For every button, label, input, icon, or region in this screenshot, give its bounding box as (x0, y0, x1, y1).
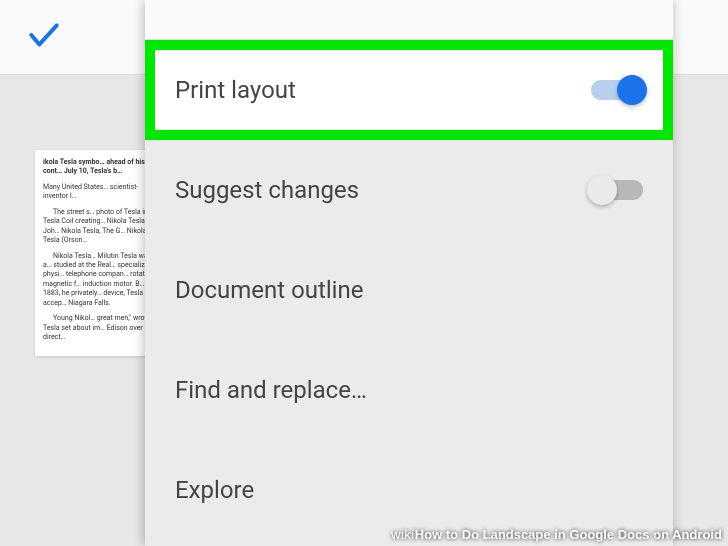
menu-item-find-replace[interactable]: Find and replace… (145, 340, 673, 440)
menu-item-label: Document outline (175, 276, 363, 304)
overflow-menu-panel: Print layout Suggest changes Document ou… (145, 0, 673, 546)
menu-item-label: Find and replace… (175, 376, 367, 404)
doc-paragraph: The street s… photo of Tesla in t… Tesla… (43, 208, 157, 246)
doc-paragraph: ikola Tesla symbo… ahead of his cont… Ju… (43, 158, 157, 177)
menu-item-print-layout[interactable]: Print layout (145, 40, 673, 140)
menu-item-label: Suggest changes (175, 176, 359, 204)
toggle-knob (617, 75, 647, 105)
menu-item-label: Print layout (175, 76, 296, 104)
doc-paragraph: Many United States… scientist-inventor I… (43, 183, 157, 202)
menu-item-label: Explore (175, 476, 254, 504)
panel-header (145, 0, 673, 40)
toggle-knob (587, 175, 617, 205)
doc-paragraph: Nikola Tesla… Milutin Tesla was a… studi… (43, 252, 157, 309)
suggest-changes-toggle[interactable] (591, 180, 643, 200)
watermark-prefix: wiki (391, 527, 415, 542)
doc-paragraph: Young Nikol… great men," wrote… Tesla se… (43, 314, 157, 342)
print-layout-toggle[interactable] (591, 80, 643, 100)
accept-checkmark-icon[interactable] (25, 16, 63, 58)
watermark-text: How to Do Landscape in Google Docs on An… (415, 527, 722, 542)
wikihow-watermark: wikiHow to Do Landscape in Google Docs o… (391, 527, 722, 542)
menu-item-suggest-changes[interactable]: Suggest changes (145, 140, 673, 240)
menu-item-document-outline[interactable]: Document outline (145, 240, 673, 340)
menu-item-explore[interactable]: Explore (145, 440, 673, 540)
